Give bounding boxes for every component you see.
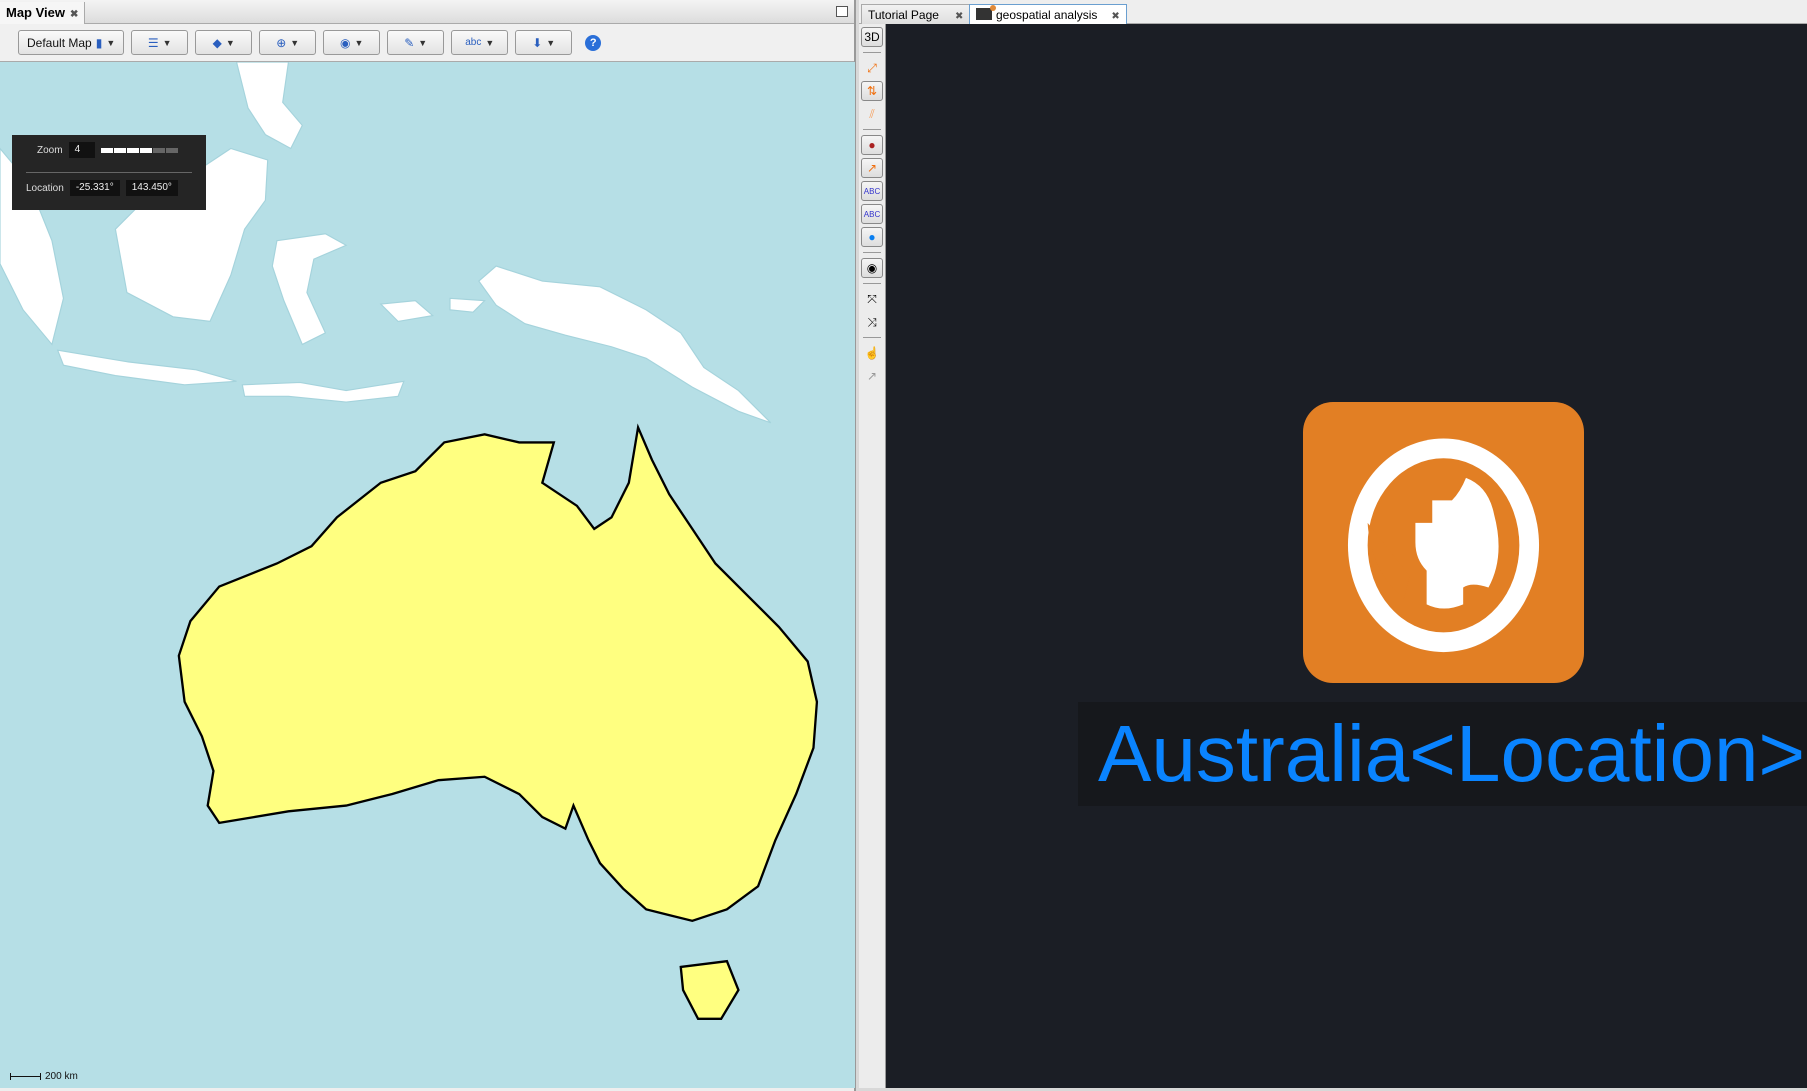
- help-icon[interactable]: ?: [585, 34, 602, 51]
- separator: [863, 337, 881, 338]
- sulawesi-landmass: [271, 233, 348, 346]
- chevron-down-icon: ▼: [546, 37, 556, 48]
- node-label-band: Australia<Location>: [1078, 702, 1807, 806]
- visibility-button[interactable]: ◉ ▼: [323, 30, 381, 55]
- node-labels-icon[interactable]: ABC: [861, 181, 883, 201]
- zoom-button[interactable]: ⊕ ▼: [259, 30, 317, 55]
- tasmania-highlight: [679, 959, 740, 1020]
- tab-label: Map View: [6, 5, 66, 20]
- map-view-panel: Map View ✖ Default Map ▮ ▼ ☰ ▼ ◆ ▼ ⊕ ▼ ◉ ▼ ✎ ▼ a…: [0, 0, 856, 1091]
- tags-button[interactable]: ◆ ▼: [195, 30, 253, 55]
- philippines-landmass: [235, 62, 303, 150]
- labels-icon: abc: [465, 37, 482, 48]
- new-guinea-landmass: [478, 265, 772, 424]
- pencil-icon: ✎: [404, 35, 415, 50]
- chevron-down-icon: ▼: [225, 37, 235, 48]
- globe-icon: [1347, 438, 1540, 653]
- chevron-down-icon: ▼: [162, 37, 172, 48]
- separator: [863, 52, 881, 53]
- bidirectional-edges-icon[interactable]: ⇅: [861, 81, 883, 101]
- tab-label: geospatial analysis: [996, 8, 1098, 22]
- draw-button[interactable]: ✎ ▼: [387, 30, 445, 55]
- map-selector-button[interactable]: Default Map ▮ ▼: [18, 30, 125, 55]
- chevron-down-icon: ▼: [418, 37, 428, 48]
- edges-arrow-icon[interactable]: ↗: [861, 158, 883, 178]
- graph-thumbnail-icon: [976, 5, 996, 20]
- location-node-icon[interactable]: [1303, 402, 1584, 683]
- seram-landmass: [449, 297, 486, 313]
- close-icon[interactable]: ✖: [955, 11, 963, 22]
- nodes-icon[interactable]: ●: [861, 135, 883, 155]
- minimize-button[interactable]: [836, 6, 848, 17]
- layers-button[interactable]: ☰ ▼: [131, 30, 189, 55]
- separator: [863, 252, 881, 253]
- maluku-landmass: [379, 300, 434, 322]
- java-landmass: [56, 349, 237, 386]
- australia-highlight: [177, 423, 819, 923]
- list-icon: ☰: [147, 35, 159, 50]
- chevron-down-icon: ▼: [106, 37, 116, 48]
- pin-icon[interactable]: ↗: [861, 366, 883, 386]
- graph-viewer[interactable]: Australia<Location>: [886, 24, 1807, 1088]
- chevron-down-icon: ▼: [354, 37, 364, 48]
- scale-label: 200 km: [45, 1071, 78, 1082]
- eye-icon[interactable]: ◉: [861, 258, 883, 278]
- close-icon[interactable]: ✖: [1111, 11, 1119, 22]
- eye-icon: ◉: [340, 35, 351, 50]
- multi-edges-icon[interactable]: ⫽: [861, 104, 883, 124]
- zoom-level-bar[interactable]: [100, 147, 178, 153]
- separator: [863, 283, 881, 284]
- tab-tutorial-page[interactable]: Tutorial Page ✖: [861, 4, 971, 24]
- expand-icon[interactable]: ⤧: [861, 289, 883, 309]
- latitude-value: -25.331°: [69, 180, 120, 196]
- tab-geospatial-analysis[interactable]: geospatial analysis ✖: [969, 4, 1127, 24]
- separator: [863, 129, 881, 130]
- node-label: Australia<Location>: [1098, 709, 1806, 798]
- chevron-down-icon: ▼: [485, 37, 495, 48]
- longitude-value: 143.450°: [125, 180, 178, 196]
- overlay-divider: [26, 172, 192, 173]
- edge-labels-icon[interactable]: ABC: [861, 204, 883, 224]
- map-info-overlay: Zoom 4 Location -25.331° 143.450°: [12, 135, 206, 210]
- zoom-icon: ⊕: [276, 35, 287, 50]
- zoom-label: Zoom: [37, 144, 63, 156]
- map-toolbar: Default Map ▮ ▼ ☰ ▼ ◆ ▼ ⊕ ▼ ◉ ▼ ✎ ▼ abc ▼ ⬇ ▼ ?: [0, 24, 854, 62]
- hand-pointer-icon[interactable]: ☝: [861, 343, 883, 363]
- labels-button[interactable]: abc ▼: [451, 30, 509, 55]
- tag-icon: ◆: [212, 35, 222, 50]
- tab-label: Tutorial Page: [868, 8, 939, 22]
- graph-side-toolbar: 3D ⤢ ⇅ ⫽ ● ↗ ABC ABC ● ◉ ⤧ ⤨ ☝ ↗: [859, 24, 886, 1088]
- chevron-down-icon: ▼: [290, 37, 300, 48]
- blaze-icon[interactable]: ●: [861, 227, 883, 247]
- toggle-3d-button[interactable]: 3D: [861, 27, 883, 47]
- map-view-tabbar: Map View ✖: [0, 0, 854, 24]
- scale-line: [10, 1073, 41, 1080]
- right-tabbar: Tutorial Page ✖ geospatial analysis ✖: [859, 0, 1807, 24]
- directed-edges-icon[interactable]: ⤢: [861, 58, 883, 78]
- export-button[interactable]: ⬇ ▼: [515, 30, 573, 55]
- collapse-icon[interactable]: ⤨: [861, 312, 883, 332]
- close-icon[interactable]: ✖: [70, 9, 78, 20]
- tab-map-view[interactable]: Map View ✖: [0, 2, 86, 24]
- map-canvas[interactable]: Zoom 4 Location -25.331° 143.450° 200 km: [0, 62, 855, 1088]
- location-label: Location: [26, 182, 64, 194]
- lesser-sunda-landmass: [241, 380, 405, 403]
- download-icon: ⬇: [532, 35, 543, 50]
- map-selector-label: Default Map: [27, 35, 92, 50]
- zoom-value: 4: [68, 142, 95, 158]
- map-icon: ▮: [95, 35, 103, 50]
- map-graphic: [0, 62, 819, 1020]
- scale-bar: 200 km: [10, 1071, 78, 1082]
